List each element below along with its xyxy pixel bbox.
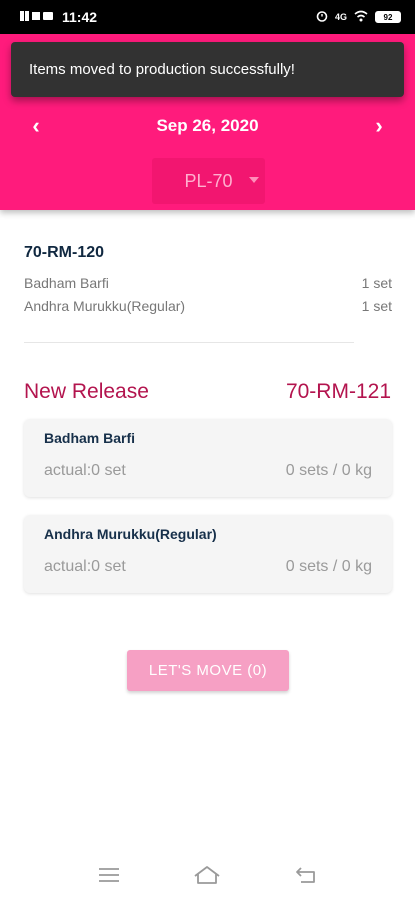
selector-value: PL-70 (184, 170, 233, 191)
batch-item-qty: 1 set (361, 275, 392, 291)
batch-item-name: Badham Barfi (24, 275, 109, 291)
batch-item: Badham Barfi 1 set (24, 275, 392, 291)
chevron-left-icon[interactable]: ‹ (26, 113, 46, 139)
battery-icon: 92 (375, 11, 401, 23)
alarm-icon (316, 10, 328, 24)
batch-section: 70-RM-120 Badham Barfi 1 set Andhra Muru… (24, 244, 392, 314)
release-code: 70-RM-121 (285, 380, 391, 403)
release-title: New Release (24, 380, 149, 403)
status-time: 11:42 (62, 9, 98, 25)
dropdown-caret-icon (249, 177, 259, 183)
lets-move-button[interactable]: LET'S MOVE (0) (127, 650, 289, 691)
status-bar: 11:42 4G 92 (0, 0, 415, 34)
batch-item-name: Andhra Murukku(Regular) (24, 298, 186, 314)
batch-item: Andhra Murukku(Regular) 1 set (24, 298, 392, 314)
status-right: 4G 92 (316, 10, 401, 24)
release-item-qty: 0 sets / 0 kg (285, 558, 372, 575)
notification-icons (20, 9, 54, 25)
toast-message: Items moved to production successfully! (29, 61, 295, 78)
network-label: 4G (334, 12, 347, 22)
status-left: 11:42 (20, 9, 97, 25)
release-header: New Release 70-RM-121 (24, 380, 391, 404)
release-item-card[interactable]: Badham Barfi actual:0 set 0 sets / 0 kg (24, 419, 392, 497)
date-navigator: ‹ Sep 26, 2020 › (0, 112, 415, 140)
release-item-actual: actual:0 set (44, 462, 126, 479)
release-item-card[interactable]: Andhra Murukku(Regular) actual:0 set 0 s… (24, 515, 392, 593)
success-toast: Items moved to production successfully! (11, 42, 404, 97)
release-item-actual: actual:0 set (44, 558, 126, 575)
header: Items moved to production successfully! … (0, 34, 415, 210)
line-selector[interactable]: PL-70 (152, 158, 265, 204)
batch-item-qty: 1 set (361, 298, 392, 314)
release-item-qty: 0 sets / 0 kg (285, 462, 372, 479)
date-label: Sep 26, 2020 (156, 116, 259, 135)
back-icon[interactable] (291, 862, 321, 888)
home-icon[interactable] (192, 862, 222, 888)
release-item-name: Badham Barfi (44, 430, 136, 446)
system-nav-bar (0, 850, 415, 900)
batch-code: 70-RM-120 (24, 244, 105, 261)
wifi-icon (354, 10, 368, 24)
release-item-name: Andhra Murukku(Regular) (44, 526, 217, 542)
menu-icon[interactable] (94, 862, 124, 888)
section-divider (24, 342, 354, 343)
chevron-right-icon[interactable]: › (369, 113, 389, 139)
